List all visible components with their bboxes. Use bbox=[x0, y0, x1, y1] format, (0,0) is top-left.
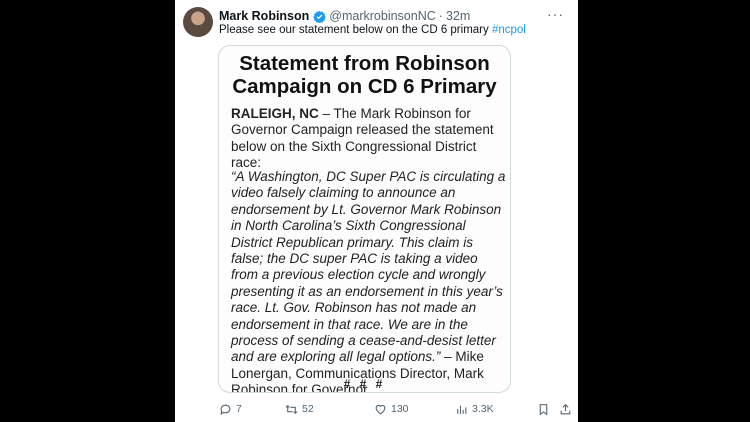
repost-icon bbox=[285, 404, 298, 414]
avatar[interactable] bbox=[183, 7, 213, 37]
statement-quote-paragraph: “A Washington, DC Super PAC is circulati… bbox=[231, 169, 506, 392]
statement-quote: “A Washington, DC Super PAC is circulati… bbox=[231, 169, 506, 365]
author-handle[interactable]: @markrobinsonNC bbox=[329, 9, 435, 23]
bookmark-button[interactable] bbox=[537, 401, 554, 417]
share-button[interactable] bbox=[559, 401, 576, 417]
views-count: 3.3K bbox=[472, 403, 494, 415]
tweet-text: Please see our statement below on the CD… bbox=[219, 24, 575, 36]
statement-title: Statement from Robinson Campaign on CD 6… bbox=[232, 52, 497, 98]
views-chart-icon bbox=[457, 405, 467, 414]
tweet[interactable]: Mark Robinson @markrobinsonNC · 32m ··· … bbox=[175, 0, 578, 422]
repost-count: 52 bbox=[302, 403, 314, 415]
more-options-icon[interactable]: ··· bbox=[547, 6, 564, 22]
tweet-actions: 7 52 130 3.3K bbox=[219, 401, 574, 417]
statement-end-mark: # # # bbox=[343, 377, 386, 391]
hashtag-link[interactable]: #ncpol bbox=[492, 24, 526, 36]
reply-count: 7 bbox=[236, 403, 242, 415]
reply-icon bbox=[220, 404, 231, 415]
heart-icon bbox=[375, 404, 386, 414]
tweet-time[interactable]: 32m bbox=[446, 9, 470, 23]
reply-button[interactable]: 7 bbox=[219, 401, 242, 417]
verified-badge-icon bbox=[313, 10, 327, 23]
share-icon bbox=[560, 403, 571, 414]
tweet-header: Mark Robinson @markrobinsonNC · 32m bbox=[219, 8, 575, 24]
bookmark-icon bbox=[539, 403, 548, 415]
statement-image[interactable]: Statement from Robinson Campaign on CD 6… bbox=[218, 45, 511, 393]
statement-dateline: RALEIGH, NC bbox=[231, 106, 319, 121]
repost-button[interactable]: 52 bbox=[285, 401, 314, 417]
statement-intro: RALEIGH, NC – The Mark Robinson for Gove… bbox=[231, 106, 506, 172]
like-button[interactable]: 130 bbox=[374, 401, 409, 417]
header-separator: · bbox=[438, 9, 443, 23]
author-name[interactable]: Mark Robinson bbox=[219, 9, 309, 23]
tweet-text-body: Please see our statement below on the CD… bbox=[219, 24, 492, 36]
views-button[interactable]: 3.3K bbox=[455, 401, 494, 417]
like-count: 130 bbox=[391, 403, 409, 415]
